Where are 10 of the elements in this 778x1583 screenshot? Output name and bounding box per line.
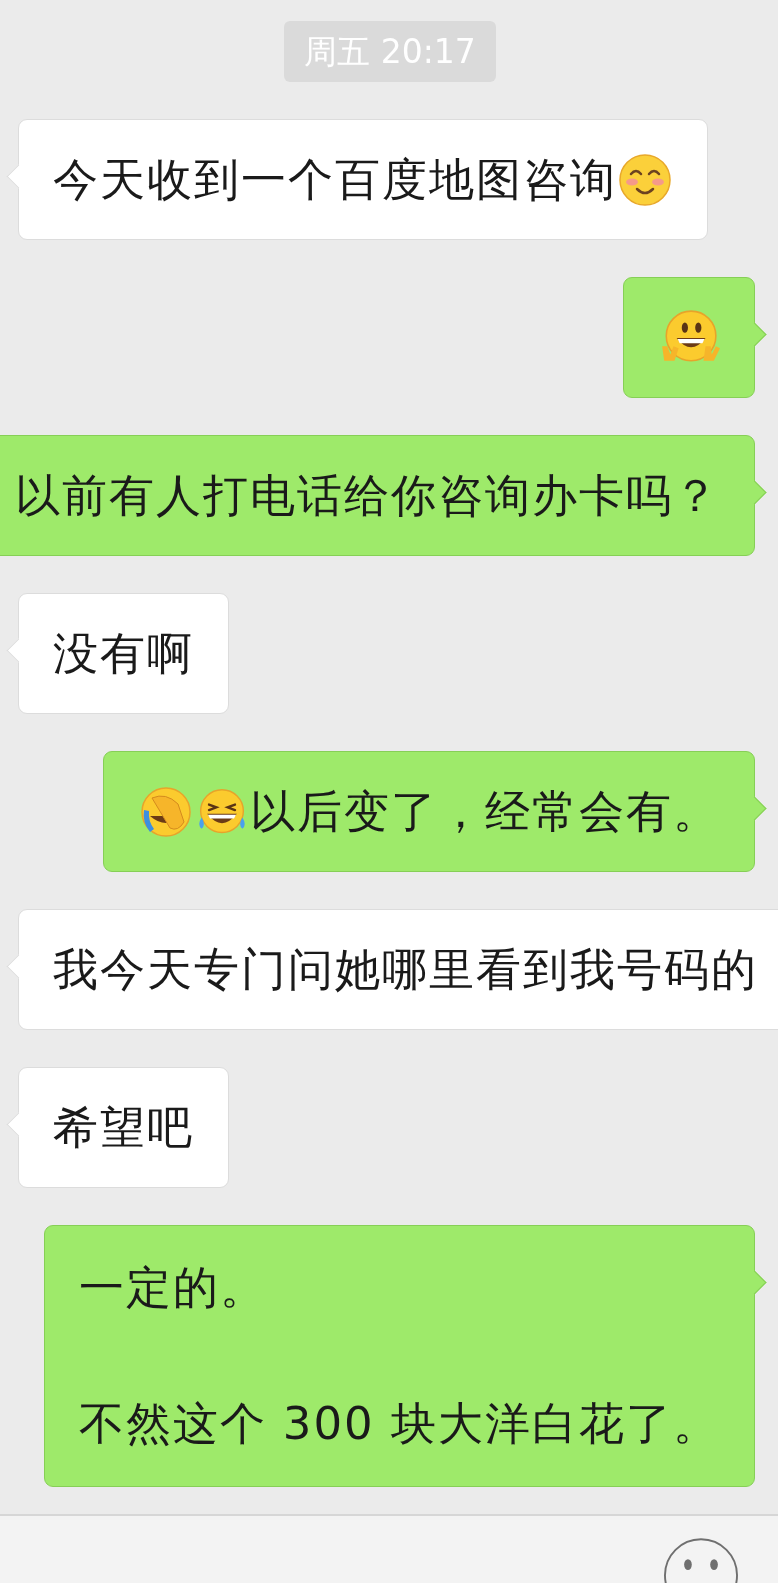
message-text: 我今天专门问她哪里看到我号码的 xyxy=(53,942,758,998)
smiling-face-icon xyxy=(619,153,671,206)
message-text: 不然这个 300 块大洋白花了。 xyxy=(78,1396,720,1452)
face-with-hand-icon xyxy=(140,785,192,838)
message-text: 一定的。 xyxy=(78,1260,267,1316)
message-text: 今天收到一个百度地图咨询 xyxy=(53,152,617,208)
message-text: 希望吧 xyxy=(53,1100,194,1156)
message-text: 以前有人打电话给你咨询办卡吗？ xyxy=(15,468,720,524)
message-text: 没有啊 xyxy=(53,626,194,682)
message-text: 以后变了，经常会有。 xyxy=(250,784,720,840)
